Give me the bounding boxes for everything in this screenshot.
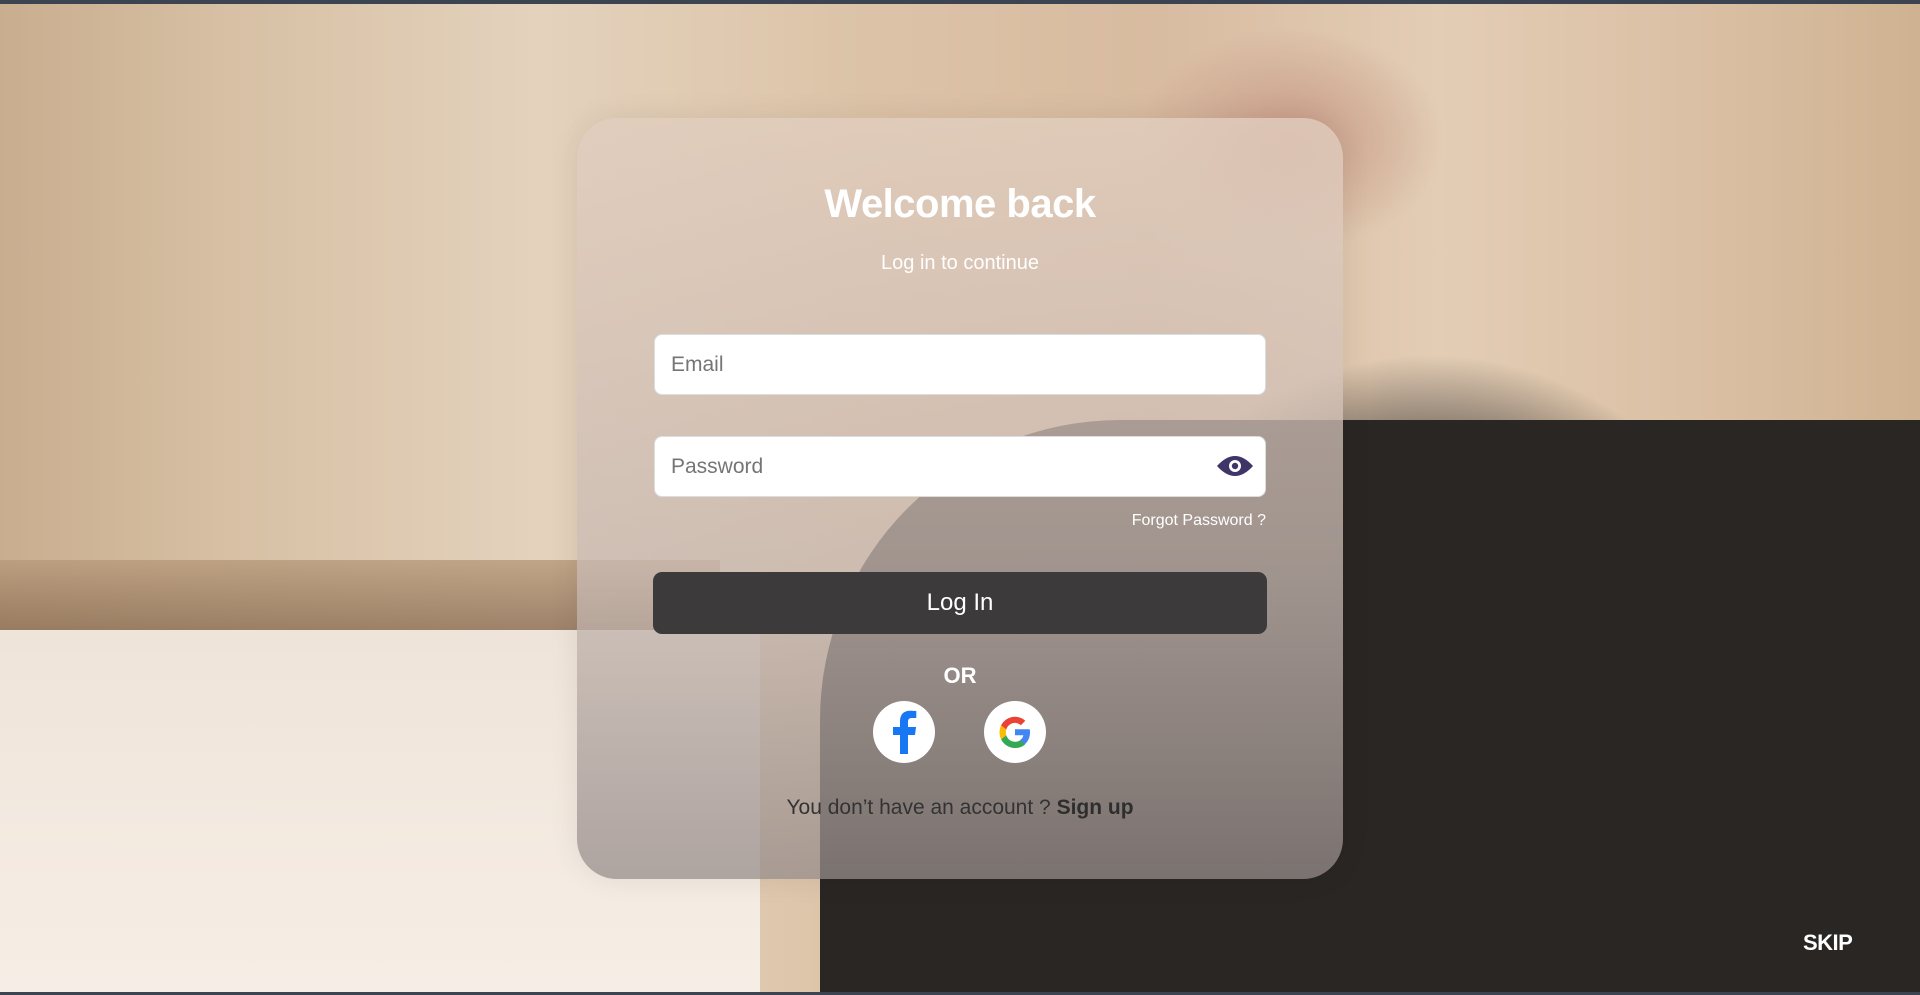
login-button[interactable]: Log In: [653, 572, 1267, 634]
skip-button[interactable]: SKIP: [1803, 930, 1853, 956]
or-divider: OR: [943, 663, 977, 688]
eye-icon[interactable]: [1216, 452, 1254, 480]
signup-prompt: You don’t have an account ?: [786, 796, 1051, 819]
password-input[interactable]: [654, 436, 1266, 497]
login-card: [577, 118, 1343, 879]
signup-row: You don’t have an account ? Sign up: [0, 796, 1920, 820]
google-icon: [999, 716, 1030, 748]
forgot-password-link[interactable]: Forgot Password ?: [1132, 512, 1266, 530]
page-title: Welcome back: [824, 182, 1096, 226]
facebook-icon: [893, 710, 917, 754]
top-border: [0, 0, 1920, 4]
page-subtitle: Log in to continue: [881, 252, 1039, 274]
signup-link[interactable]: Sign up: [1057, 796, 1134, 819]
google-login-button[interactable]: [984, 701, 1046, 763]
email-input[interactable]: [654, 334, 1266, 395]
facebook-login-button[interactable]: [873, 701, 935, 763]
